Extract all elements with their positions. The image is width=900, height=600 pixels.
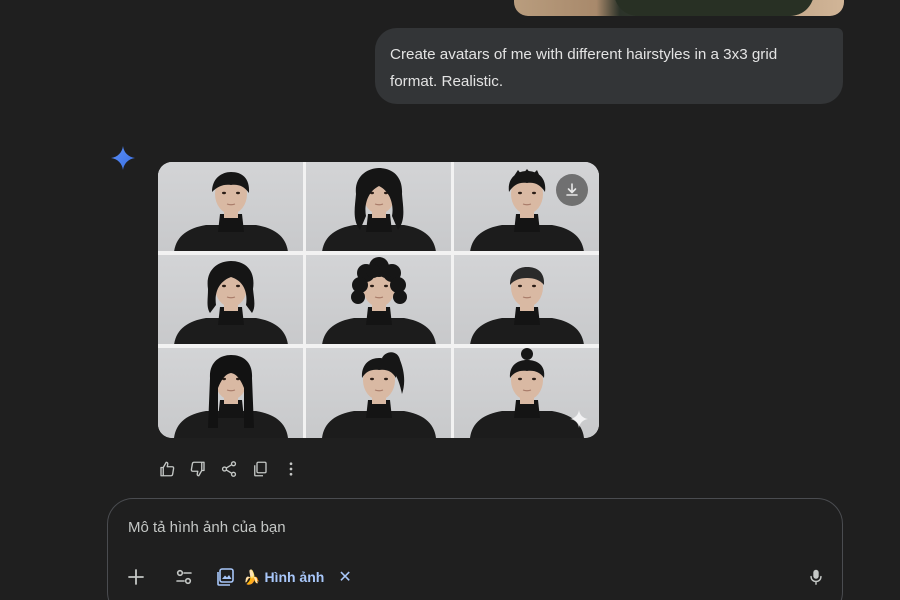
plus-icon <box>128 569 144 585</box>
more-vert-icon <box>289 462 292 476</box>
user-message-bubble: Create avatars of me with different hair… <box>375 28 843 104</box>
avatar-tile <box>158 162 303 251</box>
avatar-tile <box>158 348 303 438</box>
add-button[interactable] <box>124 565 148 589</box>
user-message-text: Create avatars of me with different hair… <box>390 46 778 90</box>
tools-button[interactable] <box>172 565 196 589</box>
copy-button[interactable] <box>250 460 269 479</box>
microphone-icon <box>810 569 822 585</box>
copy-icon <box>253 461 267 477</box>
avatar-portrait <box>322 257 436 344</box>
more-options-button[interactable] <box>281 460 300 479</box>
avatar-portrait <box>322 352 436 438</box>
prompt-composer: 🍌 Hình ảnh ✕ <box>107 498 843 600</box>
close-icon[interactable]: ✕ <box>338 567 351 587</box>
image-gallery-icon <box>217 568 234 586</box>
avatar-portrait <box>174 261 288 344</box>
avatar-tile <box>158 255 303 344</box>
avatar-portrait <box>470 267 584 344</box>
uploaded-photo[interactable] <box>514 0 844 16</box>
download-icon <box>566 183 578 196</box>
thumbs-up-button[interactable] <box>157 460 176 479</box>
share-icon <box>221 461 236 477</box>
avatar-grid <box>158 162 599 438</box>
avatar-tile <box>306 348 451 438</box>
avatar-tile <box>306 162 451 251</box>
avatar-portrait <box>174 355 288 438</box>
download-button[interactable] <box>556 174 588 206</box>
generated-image[interactable] <box>158 162 599 438</box>
thumbs-up-icon <box>159 461 174 477</box>
thumbs-down-icon <box>190 461 205 477</box>
chip-label: Hình ảnh <box>264 569 325 585</box>
response-actions <box>157 459 300 479</box>
avatar-tile <box>306 255 451 344</box>
prompt-input[interactable] <box>128 515 788 539</box>
image-mode-chip[interactable]: 🍌 Hình ảnh ✕ <box>216 563 352 591</box>
banana-emoji: 🍌 <box>243 568 261 585</box>
share-button[interactable] <box>219 460 238 479</box>
sparkle-icon <box>570 410 588 428</box>
avatar-portrait <box>322 168 436 251</box>
avatar-tile <box>454 255 599 344</box>
tune-icon <box>176 569 192 585</box>
microphone-button[interactable] <box>804 565 828 589</box>
thumbs-down-button[interactable] <box>188 460 207 479</box>
avatar-portrait <box>174 172 288 251</box>
sparkle-icon <box>111 146 135 170</box>
